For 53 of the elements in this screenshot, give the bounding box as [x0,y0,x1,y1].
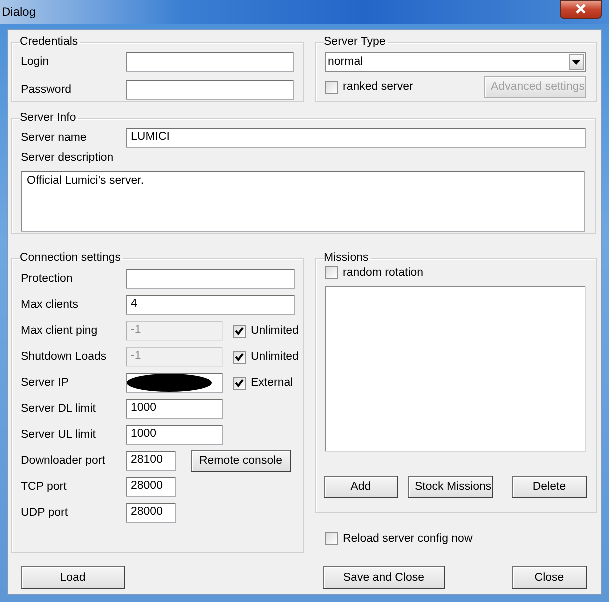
text-field[interactable]: 1000 [126,399,223,419]
mission-button[interactable]: Add [324,476,398,498]
field-label: Protection [21,273,74,285]
text-field[interactable]: 1000 [126,425,223,445]
checkbox[interactable] [325,266,338,279]
dialog-button[interactable]: Close [512,566,587,589]
group-title: Server Info [20,112,78,124]
text-area[interactable]: Official Lumici's server. [21,171,585,232]
text-field[interactable] [126,373,223,393]
checkbox-label: random rotation [343,266,424,278]
text-field[interactable]: 28000 [126,477,176,497]
text-field[interactable] [126,52,294,72]
text-field[interactable]: LUMICI [126,128,586,148]
field-label: Shutdown Loads [21,351,108,363]
field-label: UDP port [21,507,70,519]
group-title: Credentials [20,36,80,48]
close-button[interactable] [560,0,602,18]
text-field[interactable]: 4 [126,295,295,315]
field-label: Login [21,56,50,68]
text-field[interactable] [126,80,294,100]
mission-button[interactable]: Stock Missions [408,476,493,498]
field-label: Max clients [21,299,80,311]
checkbox-label: External [251,377,294,389]
checkbox[interactable] [325,80,338,94]
group-title: Connection settings [20,252,122,264]
field-label: TCP port [21,481,68,493]
checkbox-label: Reload server config now [343,532,473,544]
group-title: Server Type [324,36,387,48]
caret-icon [569,54,584,70]
checkbox[interactable] [325,532,338,545]
text-field[interactable]: 28000 [126,503,176,523]
field-label: Server UL limit [21,429,97,441]
remote-console-button[interactable]: Remote console [191,450,291,472]
group-title: Missions [324,252,370,264]
field-label: Server name [21,132,88,144]
checkbox-label: Unlimited [251,325,299,337]
field-label: Downloader port [21,455,106,467]
checkbox-label: ranked server [343,81,414,93]
field-label: Max client ping [21,325,99,337]
field-label: Server DL limit [21,403,97,415]
dropdown[interactable]: normal [325,52,586,72]
text-field[interactable]: 28100 [126,451,176,471]
dialog-button[interactable]: Load [21,566,125,589]
field-label: Server description [21,152,115,166]
text-field[interactable] [126,269,295,289]
field-label: Password [21,84,72,96]
mission-button[interactable]: Delete [512,476,587,498]
checkbox[interactable] [233,376,246,390]
field-label: Server IP [21,377,70,389]
window-title: Dialog [2,5,36,19]
close-icon [575,4,587,14]
dialog-button[interactable]: Save and Close [323,566,445,589]
checkbox-label: Unlimited [251,351,299,363]
